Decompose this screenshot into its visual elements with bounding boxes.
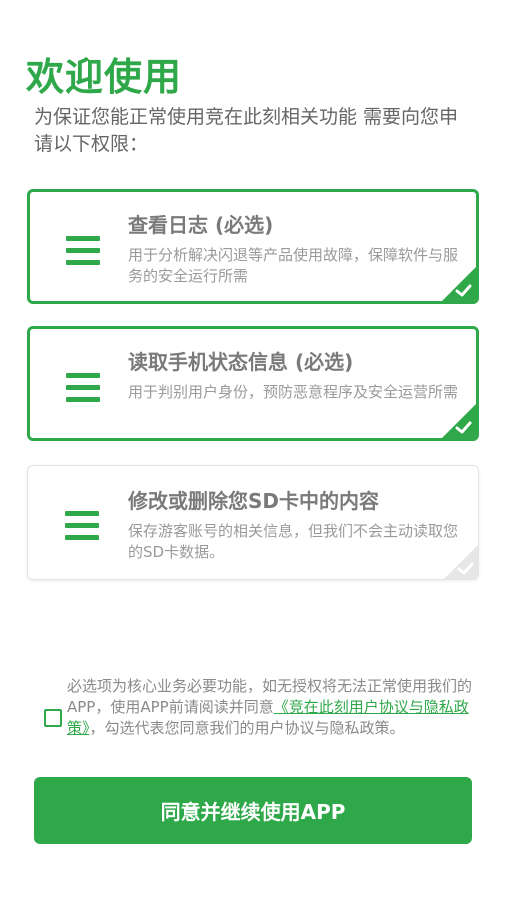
page-subtitle: 为保证您能正常使用竞在此刻相关功能 需要向您申请以下权限：: [34, 106, 459, 155]
permission-card-logs[interactable]: 查看日志 (必选) 用于分析解决闪退等产品使用故障，保障软件与服务的安全运行所需: [27, 189, 479, 304]
permission-description: 保存游客账号的相关信息，但我们不会主动读取您的SD卡数据。: [128, 522, 459, 561]
permission-title: 读取手机状态信息 (必选): [128, 350, 354, 374]
check-corner-icon: [442, 267, 476, 301]
check-corner-icon: [442, 404, 476, 438]
permission-description: 用于分析解决闪退等产品使用故障，保障软件与服务的安全运行所需: [128, 246, 459, 285]
permission-title: 修改或删除您SD卡中的内容: [128, 489, 380, 513]
permission-card-sd-card[interactable]: 修改或删除您SD卡中的内容 保存游客账号的相关信息，但我们不会主动读取您的SD卡…: [27, 465, 479, 580]
page-title: 欢迎使用: [26, 55, 183, 99]
check-corner-icon: [444, 545, 478, 579]
agreement-checkbox[interactable]: [44, 709, 62, 727]
agree-continue-button[interactable]: 同意并继续使用APP: [34, 777, 472, 844]
menu-icon: [65, 511, 99, 541]
permission-title: 查看日志 (必选): [128, 213, 274, 237]
agreement-text-after: ，勾选代表您同意我们的用户协议与隐私政策。: [89, 719, 405, 737]
permission-card-phone-state[interactable]: 读取手机状态信息 (必选) 用于判别用户身份，预防恶意程序及安全运营所需: [27, 326, 479, 441]
agreement-text: 必选项为核心业务必要功能，如无授权将无法正常使用我们的APP，使用APP前请阅读…: [67, 676, 475, 739]
menu-icon: [66, 236, 100, 266]
permission-description: 用于判别用户身份，预防恶意程序及安全运营所需: [128, 383, 459, 401]
menu-icon: [66, 373, 100, 403]
